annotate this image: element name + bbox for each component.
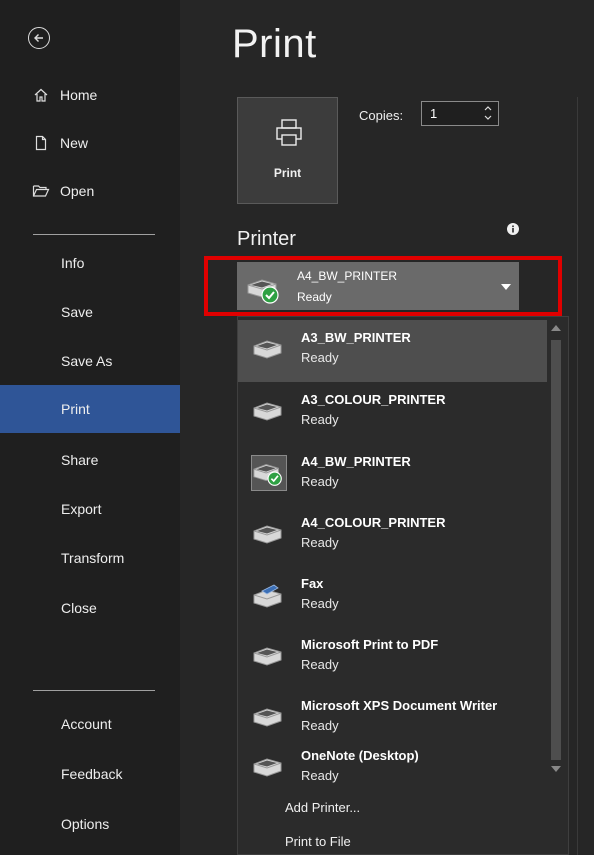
printer-option-name: Fax: [301, 576, 324, 591]
nav-export-label: Export: [61, 501, 102, 517]
printer-option-status: Ready: [301, 535, 339, 550]
nav-share-label: Share: [61, 452, 99, 468]
nav-new[interactable]: New: [32, 131, 88, 155]
back-arrow-icon[interactable]: [28, 27, 50, 49]
printer-icon: [253, 647, 282, 666]
printer-option-status: Ready: [301, 657, 339, 672]
printer-option-status: Ready: [301, 350, 339, 365]
nav-export[interactable]: Export: [0, 485, 180, 533]
default-printer-icon: [247, 279, 279, 304]
nav-save-as[interactable]: Save As: [0, 337, 180, 385]
printer-heading: Printer: [237, 228, 296, 250]
selected-printer-name: A4_BW_PRINTER: [297, 269, 398, 283]
printer-option[interactable]: A3_COLOUR_PRINTER Ready: [238, 382, 547, 444]
scroll-down-icon[interactable]: [551, 766, 561, 772]
printer-option-status: Ready: [301, 596, 339, 611]
printer-option-status: Ready: [301, 412, 339, 427]
printer-option-name: OneNote (Desktop): [301, 748, 419, 763]
copies-value[interactable]: 1: [430, 106, 437, 121]
page-title: Print: [232, 22, 317, 66]
nav-save[interactable]: Save: [0, 288, 180, 336]
folder-open-icon: [32, 182, 50, 200]
scroll-up-icon[interactable]: [551, 325, 561, 331]
backstage-sidebar: Home New Open Info Save Save As Print Sh…: [0, 0, 180, 855]
nav-close[interactable]: Close: [0, 584, 180, 632]
add-printer-link[interactable]: Add Printer...: [285, 800, 360, 815]
printer-icon: [253, 340, 282, 359]
printer-option-status: Ready: [301, 474, 339, 489]
printer-option[interactable]: Fax Ready: [238, 566, 547, 628]
nav-options[interactable]: Options: [0, 800, 180, 848]
new-document-icon: [32, 134, 50, 152]
nav-open-label: Open: [60, 183, 95, 199]
nav-home-label: Home: [60, 87, 98, 103]
nav-divider: [33, 690, 155, 691]
printer-option-name: A4_COLOUR_PRINTER: [301, 515, 446, 530]
printer-option-name: A4_BW_PRINTER: [301, 454, 411, 469]
nav-print[interactable]: Print: [0, 385, 180, 433]
copies-label: Copies:: [359, 108, 404, 123]
nav-divider: [33, 234, 155, 235]
print-to-file-option[interactable]: Print to File: [285, 834, 351, 849]
home-icon: [32, 86, 50, 104]
printer-option[interactable]: Microsoft Print to PDF Ready: [238, 627, 547, 689]
chevron-down-icon: [501, 284, 511, 290]
printer-option-status: Ready: [301, 768, 339, 783]
printer-option[interactable]: A4_COLOUR_PRINTER Ready: [238, 505, 547, 567]
nav-account-label: Account: [61, 716, 112, 732]
printer-option-name: Microsoft XPS Document Writer: [301, 698, 498, 713]
printer-option[interactable]: A4_BW_PRINTER Ready: [238, 444, 547, 506]
nav-account[interactable]: Account: [0, 700, 180, 748]
nav-feedback-label: Feedback: [61, 766, 123, 782]
copies-stepper[interactable]: 1: [421, 101, 499, 126]
nav-feedback[interactable]: Feedback: [0, 750, 180, 798]
printer-icon: [253, 708, 282, 727]
nav-info[interactable]: Info: [0, 239, 180, 287]
print-button-label: Print: [273, 166, 302, 180]
printer-option-name: Microsoft Print to PDF: [301, 637, 439, 652]
print-button[interactable]: Print: [237, 97, 338, 204]
selected-printer-status: Ready: [297, 290, 332, 304]
printer-option-name: A3_BW_PRINTER: [301, 330, 411, 345]
printer-option-name: A3_COLOUR_PRINTER: [301, 392, 446, 407]
nav-home[interactable]: Home: [32, 83, 97, 107]
nav-new-label: New: [60, 135, 89, 151]
printer-option[interactable]: OneNote (Desktop) Ready: [238, 738, 547, 800]
nav-options-label: Options: [61, 816, 110, 832]
spin-arrows-icon[interactable]: [484, 104, 492, 122]
scrollbar-thumb[interactable]: [551, 340, 561, 760]
default-printer-icon: [251, 455, 287, 491]
nav-transform[interactable]: Transform: [0, 534, 180, 582]
printer-icon: [253, 402, 282, 421]
nav-share[interactable]: Share: [0, 436, 180, 484]
nav-save-as-label: Save As: [61, 353, 113, 369]
nav-close-label: Close: [61, 600, 97, 616]
printer-icon: [276, 119, 302, 146]
nav-print-label: Print: [61, 401, 90, 417]
printer-option[interactable]: A3_BW_PRINTER Ready: [238, 320, 547, 382]
section-divider: [577, 97, 578, 855]
nav-save-label: Save: [61, 304, 93, 320]
printer-icon: [253, 525, 282, 544]
nav-info-label: Info: [61, 255, 85, 271]
printer-selector[interactable]: A4_BW_PRINTER Ready: [237, 262, 519, 310]
nav-open[interactable]: Open: [32, 179, 94, 203]
nav-transform-label: Transform: [61, 550, 125, 566]
fax-icon: [253, 584, 282, 608]
info-icon[interactable]: [507, 223, 519, 235]
printer-option-status: Ready: [301, 718, 339, 733]
printer-icon: [253, 758, 282, 777]
